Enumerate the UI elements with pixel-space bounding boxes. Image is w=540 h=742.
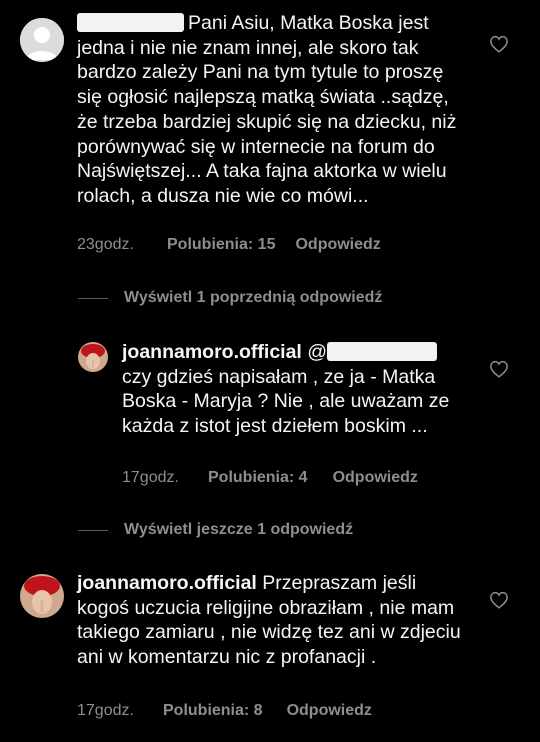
reply-button[interactable]: Odpowiedz xyxy=(333,469,418,487)
view-more-replies-button[interactable]: Wyświetl jeszcze 1 odpowiedź xyxy=(78,521,353,539)
redacted-mention[interactable] xyxy=(327,342,438,361)
likes-button[interactable]: Polubienia: 4 xyxy=(208,469,308,487)
divider-line xyxy=(78,297,108,299)
timestamp: 23godz. xyxy=(77,236,134,253)
comment-text: czy gdzieś napisałam , ze ja - Matka Bos… xyxy=(122,365,455,438)
username[interactable]: joannamoro.official xyxy=(77,572,257,594)
timestamp: 17godz. xyxy=(122,469,179,486)
comment-2-meta: 17godz. Polubienia: 4 Odpowiedz xyxy=(122,469,418,487)
likes-button[interactable]: Polubienia: 15 xyxy=(167,236,275,254)
comment-1-meta: 23godz. Polubienia: 15 Odpowiedz xyxy=(77,236,381,254)
redacted-username[interactable] xyxy=(77,13,184,32)
reply-button[interactable]: Odpowiedz xyxy=(295,236,380,254)
heart-icon[interactable] xyxy=(489,591,509,609)
comment-3-text: joannamoro.official Przepraszam jeśli ko… xyxy=(77,571,472,670)
username[interactable]: joannamoro.official xyxy=(122,341,302,363)
timestamp: 17godz. xyxy=(77,702,134,719)
divider-line xyxy=(78,529,108,531)
mention[interactable]: @ xyxy=(307,341,327,363)
comment-1-text: Pani Asiu, Matka Boska jest jedna i nie … xyxy=(77,11,472,209)
reply-button[interactable]: Odpowiedz xyxy=(287,702,372,720)
comment-2-text: joannamoro.official @ czy gdzieś napisał… xyxy=(122,340,482,439)
avatar[interactable] xyxy=(78,342,108,372)
view-previous-replies-button[interactable]: Wyświetl 1 poprzednią odpowiedź xyxy=(78,289,382,307)
avatar[interactable] xyxy=(20,574,64,618)
likes-button[interactable]: Polubienia: 8 xyxy=(163,702,263,720)
default-avatar-icon[interactable] xyxy=(20,18,64,62)
comment-3-meta: 17godz. Polubienia: 8 Odpowiedz xyxy=(77,702,372,720)
comment-text: Pani Asiu, Matka Boska jest jedna i nie … xyxy=(77,12,462,207)
heart-icon[interactable] xyxy=(489,360,509,378)
heart-icon[interactable] xyxy=(489,35,509,53)
view-previous-label: Wyświetl 1 poprzednią odpowiedź xyxy=(124,289,383,306)
view-more-label: Wyświetl jeszcze 1 odpowiedź xyxy=(124,521,354,538)
